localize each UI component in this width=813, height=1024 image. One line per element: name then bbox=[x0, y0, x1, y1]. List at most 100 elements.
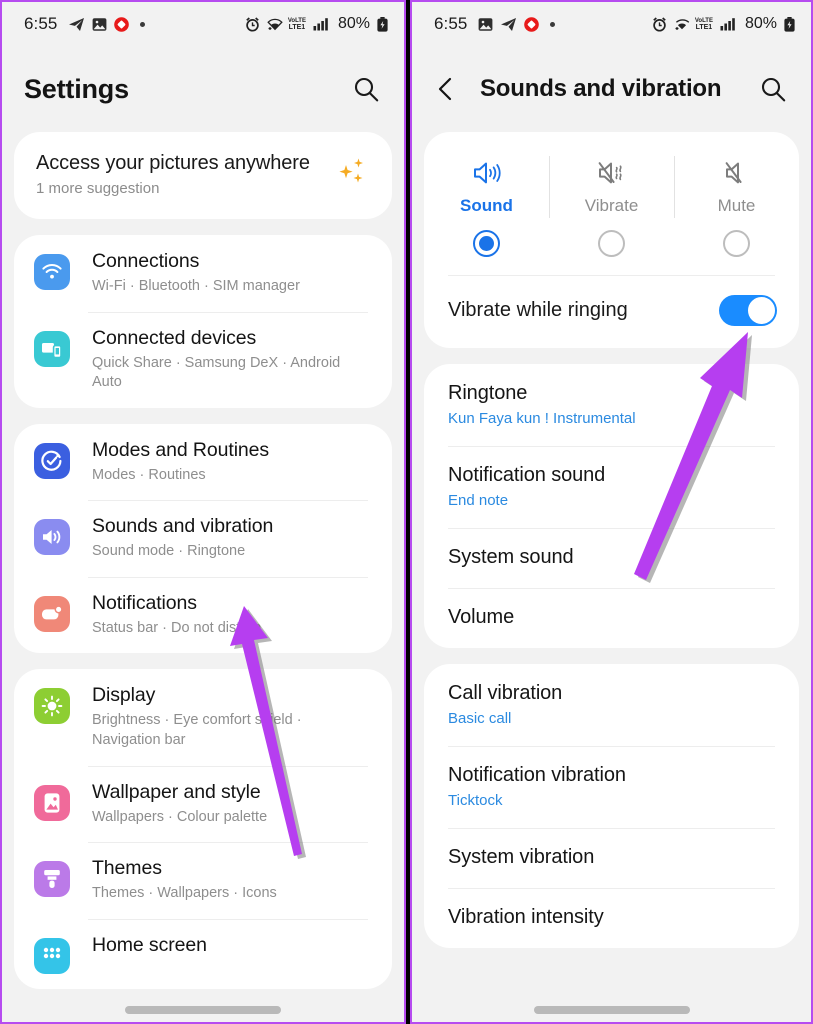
sound-mode-label: Vibrate bbox=[584, 196, 639, 215]
settings-row-title: Notifications bbox=[92, 591, 197, 614]
right-title-bar: Sounds and vibration bbox=[412, 46, 811, 132]
settings-row-sounds-and-vibration[interactable]: Sounds and vibration Sound mode · Ringto… bbox=[14, 500, 392, 577]
setting-value: End note bbox=[448, 492, 509, 509]
battery-percent-label: 80% bbox=[744, 15, 777, 32]
setting-title: System sound bbox=[448, 546, 574, 568]
vibrate-while-ringing-toggle[interactable] bbox=[719, 295, 777, 326]
sound-mode-option-sound[interactable]: Sound bbox=[424, 150, 549, 216]
back-chevron-icon[interactable] bbox=[426, 69, 466, 109]
radio-mute[interactable] bbox=[723, 230, 750, 257]
sparkles-icon bbox=[334, 155, 370, 194]
speaker-mute-icon bbox=[722, 154, 752, 192]
setting-row-volume[interactable]: Volume bbox=[424, 588, 799, 648]
network-type-label: LTE1 bbox=[695, 23, 713, 31]
settings-row-home-screen[interactable]: Home screen bbox=[14, 918, 392, 989]
alarm-icon bbox=[652, 16, 667, 32]
settings-row-texts: Wallpaper and style Wallpapers · Colour … bbox=[92, 781, 370, 828]
settings-row-texts: Home screen bbox=[92, 934, 370, 957]
vibrate-while-ringing-label: Vibrate while ringing bbox=[448, 299, 628, 321]
sound-mode-radios bbox=[424, 226, 799, 275]
sound-mode-label: Mute bbox=[717, 196, 756, 215]
speaker-on-icon bbox=[472, 154, 502, 192]
gesture-pill[interactable] bbox=[125, 1006, 281, 1014]
status-bar-clock: 6:55 bbox=[24, 14, 58, 33]
settings-row-display[interactable]: Display Brightness · Eye comfort shield … bbox=[14, 669, 392, 765]
suggestion-title: Access your pictures anywhere bbox=[36, 152, 310, 174]
gesture-pill[interactable] bbox=[533, 1006, 690, 1014]
status-bar-left-cluster: 6:55 bbox=[434, 14, 555, 34]
wallpaper-icon bbox=[34, 784, 70, 821]
setting-title: Notification sound bbox=[448, 464, 606, 486]
settings-row-subtitle: Sound mode · Ringtone bbox=[92, 543, 246, 560]
setting-value: Ticktock bbox=[448, 792, 503, 809]
setting-row-notification-vibration[interactable]: Notification vibration Ticktock bbox=[424, 746, 799, 828]
suggestion-row[interactable]: Access your pictures anywhere 1 more sug… bbox=[14, 132, 392, 219]
right-gesture-bar[interactable] bbox=[412, 1006, 811, 1014]
telegram-icon bbox=[500, 17, 517, 32]
setting-row-ringtone[interactable]: Ringtone Kun Faya kun ! Instrumental bbox=[424, 364, 799, 446]
suggestion-subtitle: 1 more suggestion bbox=[36, 180, 160, 197]
sound-mode-option-vibrate[interactable]: Vibrate bbox=[549, 150, 674, 218]
dot-icon bbox=[549, 21, 555, 27]
settings-row-title: Sounds and vibration bbox=[92, 515, 274, 538]
volte-indicator: VoLTE LTE1 bbox=[288, 18, 306, 31]
left-phone-screen: 6:55 VoLTE LTE1 80% Settings Access your… bbox=[0, 0, 406, 1024]
devices-icon bbox=[34, 330, 70, 367]
search-icon[interactable] bbox=[346, 69, 386, 109]
status-bar-right-cluster: VoLTE LTE1 80% bbox=[652, 15, 795, 33]
sound-mode-option-mute[interactable]: Mute bbox=[674, 150, 799, 218]
settings-row-title: Connected devices bbox=[92, 326, 257, 349]
setting-title: Notification vibration bbox=[448, 764, 626, 786]
settings-row-texts: Sounds and vibration Sound mode · Ringto… bbox=[92, 515, 370, 562]
signal-bars-icon bbox=[720, 17, 736, 31]
settings-row-texts: Notifications Status bar · Do not distur… bbox=[92, 592, 370, 639]
settings-row-connections[interactable]: Connections Wi-Fi · Bluetooth · SIM mana… bbox=[14, 235, 392, 312]
settings-group-display: Display Brightness · Eye comfort shield … bbox=[14, 669, 392, 989]
settings-row-themes[interactable]: Themes Themes · Wallpapers · Icons bbox=[14, 842, 392, 919]
battery-percent-label: 80% bbox=[337, 15, 370, 32]
settings-row-title: Wallpaper and style bbox=[92, 780, 261, 803]
gallery-icon bbox=[478, 17, 493, 32]
settings-row-connected-devices[interactable]: Connected devices Quick Share · Samsung … bbox=[14, 311, 392, 408]
setting-row-system-vibration[interactable]: System vibration bbox=[424, 828, 799, 888]
setting-value: Kun Faya kun ! Instrumental bbox=[448, 410, 636, 427]
dot-icon bbox=[139, 21, 145, 27]
setting-row-vibration-intensity[interactable]: Vibration intensity bbox=[424, 888, 799, 948]
radio-cell-vibrate[interactable] bbox=[549, 230, 674, 257]
setting-row-notification-sound[interactable]: Notification sound End note bbox=[424, 446, 799, 528]
settings-row-subtitle: Status bar · Do not disturb bbox=[92, 619, 262, 636]
radio-cell-sound[interactable] bbox=[424, 230, 549, 257]
radio-sound[interactable] bbox=[473, 230, 500, 257]
left-settings-list[interactable]: Access your pictures anywhere 1 more sug… bbox=[2, 132, 404, 1022]
search-icon[interactable] bbox=[753, 69, 793, 109]
notifications-icon bbox=[34, 595, 70, 632]
sound-mode-options: Sound Vibrate Mute bbox=[424, 132, 799, 226]
settings-row-texts: Modes and Routines Modes · Routines bbox=[92, 439, 370, 486]
themes-icon bbox=[34, 861, 70, 898]
page-title: Sounds and vibration bbox=[480, 75, 722, 102]
setting-title: Vibration intensity bbox=[448, 906, 604, 928]
setting-row-system-sound[interactable]: System sound bbox=[424, 528, 799, 588]
battery-icon bbox=[784, 16, 795, 32]
sound-settings-group: Ringtone Kun Faya kun ! Instrumental Not… bbox=[424, 364, 799, 648]
settings-row-title: Connections bbox=[92, 250, 200, 272]
setting-title: Call vibration bbox=[448, 682, 563, 704]
setting-value: Basic call bbox=[448, 710, 512, 727]
suggestion-card[interactable]: Access your pictures anywhere 1 more sug… bbox=[14, 132, 392, 219]
radio-vibrate[interactable] bbox=[598, 230, 625, 257]
wifi-calling-icon bbox=[674, 17, 690, 31]
radio-cell-mute[interactable] bbox=[674, 230, 799, 257]
settings-row-notifications[interactable]: Notifications Status bar · Do not distur… bbox=[14, 576, 392, 654]
settings-row-wallpaper-and-style[interactable]: Wallpaper and style Wallpapers · Colour … bbox=[14, 765, 392, 843]
settings-row-subtitle: Wallpapers · Colour palette bbox=[92, 808, 268, 825]
gallery-icon bbox=[92, 17, 107, 32]
toggle-knob bbox=[747, 296, 776, 325]
settings-row-modes-and-routines[interactable]: Modes and Routines Modes · Routines bbox=[14, 424, 392, 501]
setting-row-call-vibration[interactable]: Call vibration Basic call bbox=[424, 664, 799, 746]
left-gesture-bar[interactable] bbox=[2, 1006, 404, 1014]
page-title: Settings bbox=[24, 73, 129, 104]
vibrate-while-ringing-row[interactable]: Vibrate while ringing bbox=[424, 275, 799, 348]
setting-title: Volume bbox=[448, 606, 515, 628]
telegram-icon bbox=[68, 17, 85, 32]
right-settings-list[interactable]: Sound Vibrate Mute Vibrate while ringing… bbox=[412, 132, 811, 1022]
